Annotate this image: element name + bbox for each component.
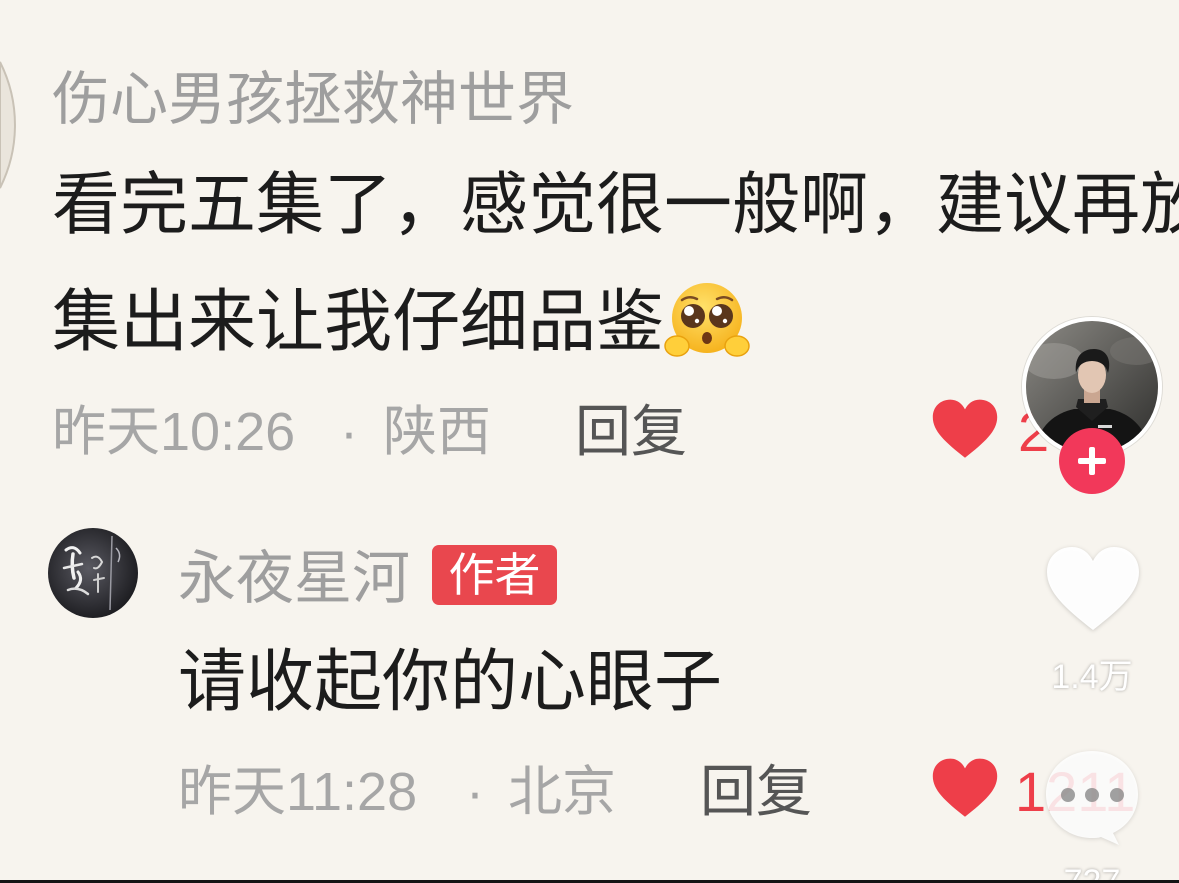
author-badge: 作者 [432,545,557,605]
comment-item: 伤心男孩拯救神世界 看完五集了，感觉很一般啊，建议再放 集出来让我仔细品鉴 昨天… [0,0,1179,480]
reply-text-line: 请收起你的心眼子 [178,644,723,720]
comment-text-line: 看完五集了，感觉很一般啊，建议再放 [52,167,1179,243]
comment-bubble-icon[interactable] [1041,746,1143,848]
reply-time: 昨天11:28 [178,762,418,822]
follow-button[interactable] [1059,428,1125,494]
pleading-face-emoji [664,283,750,357]
comment-screen: 伤心男孩拯救神世界 看完五集了，感觉很一般啊，建议再放 集出来让我仔细品鉴 昨天… [0,0,1179,883]
comment-text-line: 集出来让我仔细品鉴 [52,284,665,360]
reply-button[interactable]: 回复 [575,404,687,460]
comment-username[interactable]: 伤心男孩拯救神世界 [52,71,574,129]
video-like-count: 1.4万 [1051,658,1133,696]
meta-separator: · [466,762,484,822]
reply-username[interactable]: 永夜星河 [178,550,410,608]
comment-location: 陕西 [383,402,491,462]
meta-separator: · [340,402,358,462]
plus-icon-vertical [1089,447,1095,475]
reply-button[interactable]: 回复 [700,764,812,820]
calligraphy-avatar-art [48,528,138,618]
calligraphy-avatar[interactable] [48,528,138,618]
commenter-avatar[interactable] [0,60,18,190]
reply-location: 北京 [508,762,616,822]
heart-icon[interactable] [930,756,1000,820]
comment-time: 昨天10:26 [52,402,296,462]
video-comment-count: 727 [1032,864,1152,880]
video-like-heart-icon[interactable] [1043,543,1143,635]
heart-icon[interactable] [930,397,1000,461]
